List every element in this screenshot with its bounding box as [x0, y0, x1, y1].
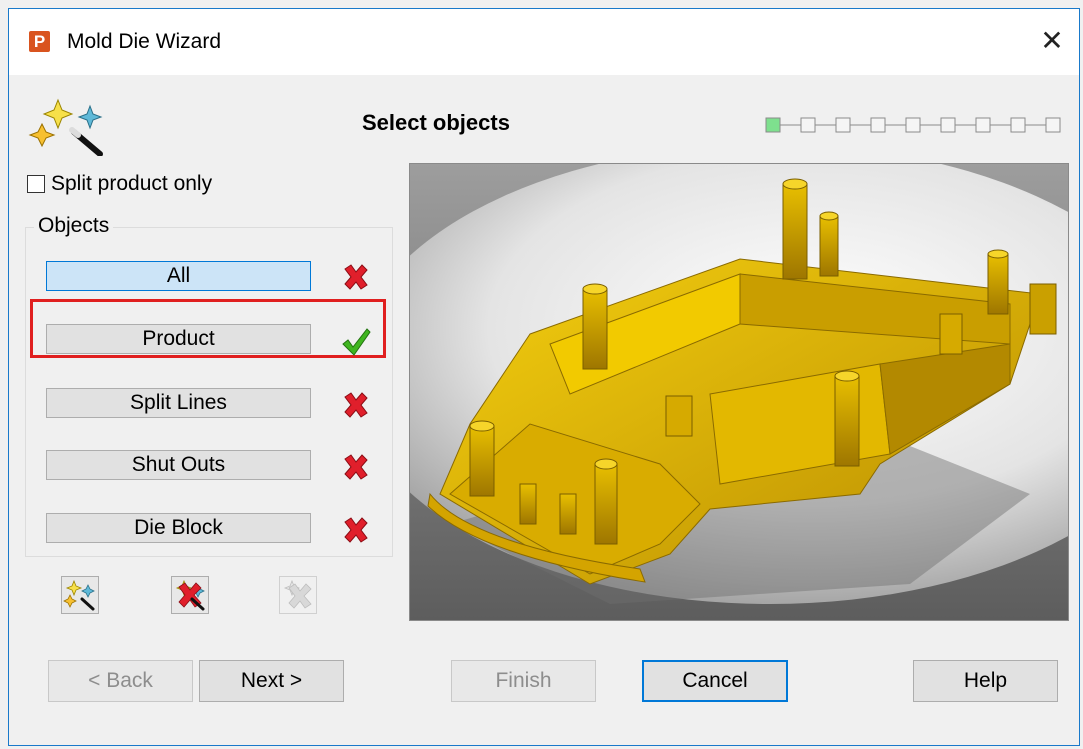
preview-viewport[interactable]	[409, 163, 1069, 621]
wizard-progress-indicator	[765, 117, 1061, 133]
wizard-edit-button[interactable]	[171, 576, 209, 614]
all-button[interactable]: All	[46, 261, 311, 291]
cross-icon	[344, 264, 368, 290]
wizard-step-box	[835, 117, 851, 133]
app-icon: P	[29, 31, 50, 52]
back-button: < Back	[48, 660, 193, 702]
cross-icon	[344, 392, 368, 418]
cancel-button[interactable]: Cancel	[642, 660, 788, 702]
die-block-button[interactable]: Die Block	[46, 513, 311, 543]
step-title: Select objects	[362, 110, 510, 135]
wizard-add-button[interactable]	[61, 576, 99, 614]
finish-button: Finish	[451, 660, 596, 702]
help-button[interactable]: Help	[913, 660, 1058, 702]
wizard-step-box	[765, 117, 781, 133]
title-bar: P Mold Die Wizard ✕	[9, 9, 1079, 75]
wizard-step-box	[1010, 117, 1026, 133]
wizard-step-box	[870, 117, 886, 133]
wizard-edit-icon	[175, 579, 205, 611]
wizard-step-box	[940, 117, 956, 133]
magic-wand-icon	[28, 98, 103, 156]
product-highlight-box	[30, 299, 386, 358]
split-lines-button[interactable]: Split Lines	[46, 388, 311, 418]
split-product-only-label: Split product only	[51, 172, 213, 195]
check-icon	[342, 328, 371, 356]
wizard-delete-button	[279, 576, 317, 614]
cross-icon	[344, 454, 368, 480]
objects-group-label: Objects	[34, 214, 114, 238]
wizard-step-box	[800, 117, 816, 133]
wizard-step-box	[905, 117, 921, 133]
wizard-step-box	[975, 117, 991, 133]
wizard-step-box	[1045, 117, 1061, 133]
window-title: Mold Die Wizard	[67, 30, 222, 53]
wizard-delete-icon	[283, 579, 312, 609]
split-product-only-checkbox[interactable]: Split product only	[27, 172, 212, 196]
next-button[interactable]: Next >	[199, 660, 344, 702]
close-button[interactable]: ✕	[1035, 24, 1069, 58]
product-preview-image	[410, 164, 1068, 620]
shut-outs-button[interactable]: Shut Outs	[46, 450, 311, 480]
cross-icon	[344, 517, 368, 543]
wizard-add-icon	[63, 579, 95, 611]
checkbox-box[interactable]	[27, 175, 45, 193]
